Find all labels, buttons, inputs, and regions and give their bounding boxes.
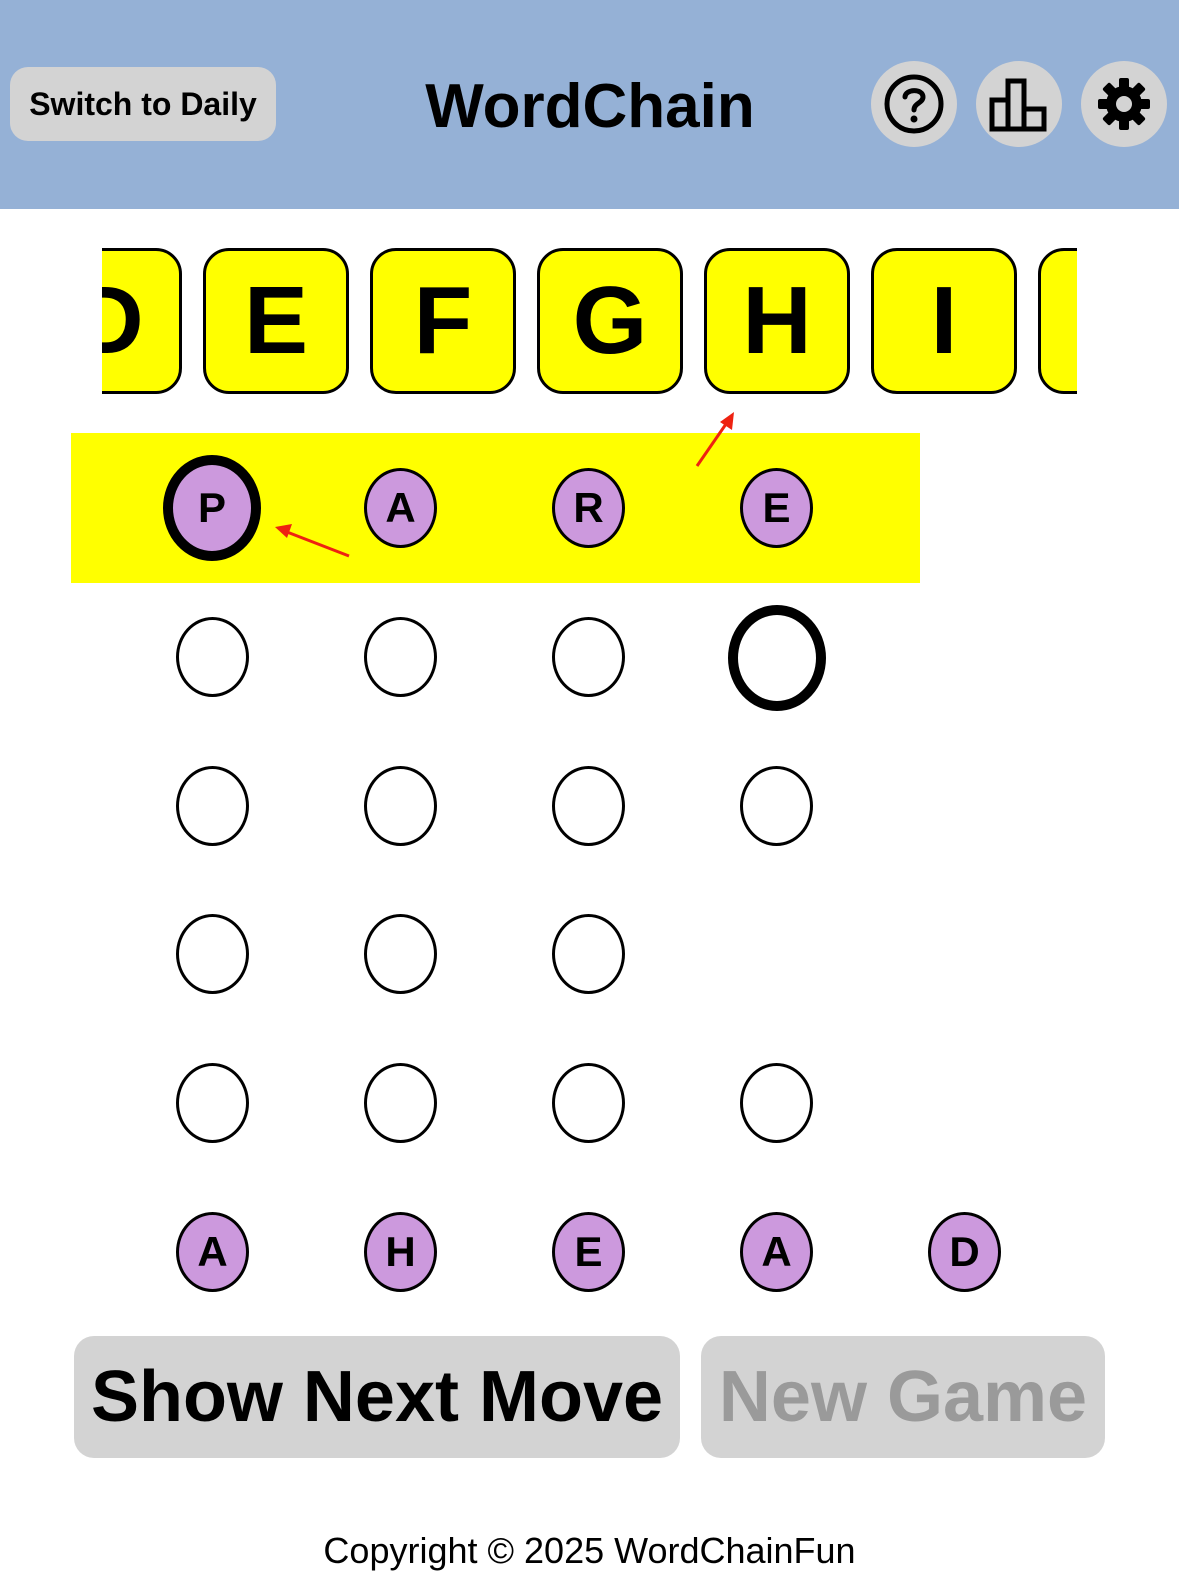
letter-strip: D E F G H I (102, 246, 1077, 399)
letter-slot[interactable] (364, 1063, 437, 1143)
stats-button[interactable] (976, 61, 1062, 147)
letter-slot[interactable] (552, 766, 625, 846)
letter-slot[interactable]: E (740, 468, 813, 548)
settings-button[interactable] (1081, 61, 1167, 147)
letter-slot[interactable]: E (552, 1212, 625, 1292)
letter-tile[interactable]: E (203, 248, 349, 394)
letter-slot[interactable] (176, 617, 249, 697)
app-title: WordChain (425, 72, 755, 141)
show-next-move-button[interactable]: Show Next Move (74, 1336, 680, 1458)
letter-slot[interactable] (364, 914, 437, 994)
letter-tile[interactable]: D (102, 248, 182, 394)
question-circle-icon (884, 74, 944, 134)
gear-icon (1098, 78, 1150, 130)
letter-slot[interactable] (176, 1063, 249, 1143)
letter-slot[interactable] (176, 914, 249, 994)
letter-slot[interactable] (740, 766, 813, 846)
new-game-button[interactable]: New Game (701, 1336, 1105, 1458)
letter-tile[interactable]: F (370, 248, 516, 394)
letter-slot[interactable]: H (364, 1212, 437, 1292)
letter-slot[interactable] (552, 1063, 625, 1143)
letter-slot[interactable] (552, 914, 625, 994)
letter-slot[interactable]: A (364, 468, 437, 548)
letter-slot[interactable]: R (552, 468, 625, 548)
letter-tile[interactable]: I (871, 248, 1017, 394)
letter-tile[interactable]: G (537, 248, 683, 394)
header-bar: Switch to Daily WordChain (0, 0, 1179, 209)
letter-slot[interactable] (728, 605, 826, 711)
letter-slot[interactable]: A (740, 1212, 813, 1292)
letter-tile[interactable]: H (704, 248, 850, 394)
letter-slot[interactable] (364, 766, 437, 846)
letter-slot[interactable]: A (176, 1212, 249, 1292)
letter-slot[interactable] (364, 617, 437, 697)
letter-slot[interactable] (176, 766, 249, 846)
copyright-text: Copyright © 2025 WordChainFun (323, 1530, 856, 1571)
switch-to-daily-button[interactable]: Switch to Daily (10, 67, 276, 141)
letter-slot[interactable]: D (928, 1212, 1001, 1292)
letter-slot[interactable]: P (163, 455, 261, 561)
letter-slot[interactable] (552, 617, 625, 697)
podium-chart-icon (989, 78, 1047, 132)
letter-tile[interactable] (1038, 248, 1077, 394)
help-button[interactable] (871, 61, 957, 147)
letter-slot[interactable] (740, 1063, 813, 1143)
